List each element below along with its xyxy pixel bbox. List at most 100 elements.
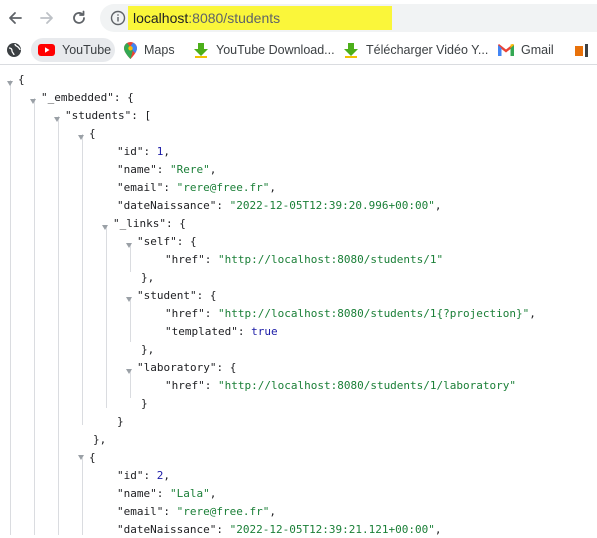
indent-guide [82, 134, 83, 425]
bookmark-youtube[interactable]: YouTube [38, 40, 111, 60]
indent-guide [106, 226, 107, 408]
json-line: "href": "http://localhost:8080/students/… [165, 253, 444, 266]
collapse-caret-icon[interactable] [126, 297, 132, 302]
indent-guide [34, 98, 35, 535]
globe-icon [7, 43, 21, 57]
json-key: "name" [117, 487, 157, 500]
bookmark-folder-icon [575, 44, 588, 57]
apps-icon[interactable] [6, 40, 29, 60]
collapse-caret-icon[interactable] [78, 455, 84, 460]
json-key: "_links" [113, 217, 166, 230]
json-line: "id": 2, [117, 469, 170, 482]
json-line: "laboratory": { [137, 361, 237, 374]
json-line: "dateNaissance": "2022-12-05T12:39:21.12… [117, 523, 442, 536]
info-icon[interactable] [110, 10, 126, 26]
bookmarks-bar: YouTube Maps YouTube Download... Télécha… [0, 36, 597, 65]
json-key: "href" [165, 379, 205, 392]
collapse-caret-icon[interactable] [78, 135, 84, 140]
maps-pin-icon [124, 41, 137, 59]
collapse-caret-icon[interactable] [126, 243, 132, 248]
json-line: "name": "Lala", [117, 487, 217, 500]
json-key: "href" [165, 253, 205, 266]
json-line: "self": { [137, 235, 197, 248]
reload-button[interactable] [67, 6, 91, 30]
json-line: } [141, 397, 148, 410]
browser-toolbar: localhost:8080/students [0, 0, 597, 36]
bookmark-youtube-downloader[interactable]: YouTube Download... [193, 40, 335, 60]
bookmark-label: Gmail [521, 43, 554, 57]
url-text[interactable]: localhost:8080/students [133, 10, 280, 26]
json-key: "dateNaissance" [117, 199, 217, 212]
json-string: "2022-12-05T12:39:20.996+00:00" [229, 199, 435, 212]
json-key: "templated" [165, 325, 238, 338]
json-key: "email" [117, 181, 164, 194]
json-line: "email": "rere@free.fr", [117, 505, 276, 518]
json-line: { [89, 127, 96, 140]
youtube-icon [38, 44, 55, 56]
json-string: "rere@free.fr" [176, 505, 270, 518]
bookmark-maps[interactable]: Maps [124, 40, 175, 60]
json-line: "dateNaissance": "2022-12-05T12:39:20.99… [117, 199, 442, 212]
json-line: { [89, 451, 96, 464]
json-line: "_links": { [113, 217, 186, 230]
json-key: "student" [137, 289, 197, 302]
json-key: "id" [117, 145, 144, 158]
bookmark-overflow[interactable] [575, 40, 596, 60]
json-key: "students" [65, 109, 132, 122]
json-string: "http://localhost:8080/students/1{?proje… [218, 307, 530, 320]
json-string: "2022-12-05T12:39:21.121+00:00" [229, 523, 435, 536]
brace: { [18, 73, 25, 86]
json-line: }, [141, 271, 155, 284]
json-line: "href": "http://localhost:8080/students/… [165, 307, 536, 320]
bookmark-label: YouTube [62, 43, 112, 57]
indent-guide [130, 370, 131, 398]
collapse-caret-icon[interactable] [126, 369, 132, 374]
indent-guide [58, 116, 59, 535]
json-line: }, [93, 433, 107, 446]
back-arrow-icon [9, 12, 22, 24]
json-line: "id": 1, [117, 145, 170, 158]
json-line: "href": "http://localhost:8080/students/… [165, 379, 517, 392]
json-line: "students": [ [65, 109, 152, 122]
json-string: "rere@free.fr" [176, 181, 270, 194]
json-key: "laboratory" [137, 361, 217, 374]
json-line: "student": { [137, 289, 217, 302]
json-line: } [117, 415, 124, 428]
indent-guide [10, 80, 11, 535]
address-bar[interactable]: localhost:8080/students [100, 4, 597, 32]
json-viewer: { "_embedded": { "students": [ { "id": 1… [0, 66, 597, 536]
json-key: "name" [117, 163, 157, 176]
indent-guide [130, 298, 131, 342]
bookmark-gmail[interactable]: Gmail [498, 40, 554, 60]
json-key: "href" [165, 307, 205, 320]
json-key: "_embedded" [41, 91, 114, 104]
bookmark-label: YouTube Download... [216, 43, 335, 57]
json-key: "dateNaissance" [117, 523, 217, 536]
url-path: :8080/students [188, 10, 281, 26]
collapse-caret-icon[interactable] [102, 225, 108, 230]
reload-icon [73, 10, 85, 24]
back-button[interactable] [3, 6, 27, 30]
collapse-caret-icon[interactable] [7, 81, 13, 86]
indent-guide [82, 458, 83, 535]
collapse-caret-icon[interactable] [30, 99, 36, 104]
json-line: "name": "Rere", [117, 163, 217, 176]
json-line: "templated": true [165, 325, 278, 338]
json-boolean: true [251, 325, 278, 338]
collapse-caret-icon[interactable] [54, 117, 60, 122]
forward-arrow-icon [40, 12, 53, 24]
download-arrow-icon [344, 43, 358, 58]
json-line: "email": "rere@free.fr", [117, 181, 276, 194]
json-line: "_embedded": { [41, 91, 134, 104]
json-string: "http://localhost:8080/students/1" [218, 253, 444, 266]
bookmark-telecharger-video[interactable]: Télécharger Vidéo Y... [343, 40, 488, 60]
json-key: "id" [117, 469, 144, 482]
forward-button[interactable] [35, 6, 59, 30]
bookmark-label: Télécharger Vidéo Y... [366, 43, 489, 57]
json-string: "Rere" [170, 163, 210, 176]
json-key: "email" [117, 505, 164, 518]
indent-guide [130, 244, 131, 272]
gmail-icon [498, 44, 514, 56]
json-key: "self" [137, 235, 177, 248]
json-string: "http://localhost:8080/students/1/labora… [218, 379, 517, 392]
